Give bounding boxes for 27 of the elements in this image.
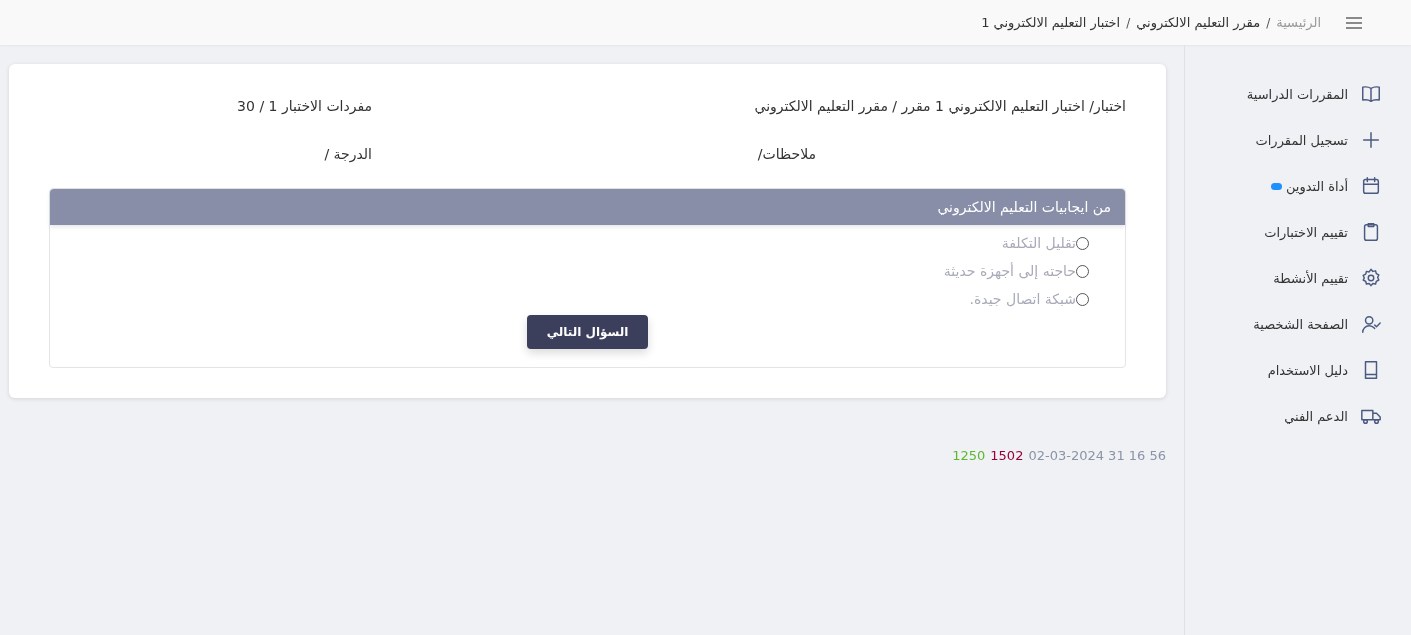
breadcrumb-separator: / <box>1126 15 1131 30</box>
sidebar-item[interactable]: الدعم الفني <box>1185 393 1411 439</box>
sidebar-item[interactable]: دليل الاستخدام <box>1185 347 1411 393</box>
footer-number: 1502 <box>990 448 1024 463</box>
question-text: من ايجابيات التعليم الالكتروني <box>50 189 1125 225</box>
sidebar-item[interactable]: تسجيل المقررات <box>1185 117 1411 163</box>
next-question-button[interactable]: السؤال التالي <box>526 315 649 349</box>
breadcrumb-link[interactable]: مقرر التعليم الالكتروني <box>1136 15 1261 30</box>
sidebar-item[interactable]: الصفحة الشخصية <box>1185 301 1411 347</box>
question-count: مفردات الاختبار 1 / 30 <box>236 98 372 114</box>
grade-label: الدرجة / <box>323 146 372 162</box>
breadcrumb-separator: / <box>1266 15 1271 30</box>
book-icon <box>1360 83 1382 105</box>
sidebar-item[interactable]: أداة التدوين <box>1185 163 1411 209</box>
sidebar-item[interactable]: تقييم الاختبارات <box>1185 209 1411 255</box>
notes-label: ملاحظات/ <box>756 146 817 162</box>
exam-title: اختبار/ اختبار التعليم الالكتروني 1 مقرر / مقرر التعليم الالكتروني <box>753 98 1126 114</box>
footer-number: 02-03-2024 31 16 56 <box>1028 448 1166 463</box>
settings-icon <box>1360 267 1382 289</box>
user-check-icon <box>1360 313 1382 335</box>
calendar-icon <box>1360 175 1382 197</box>
footer-number: 1250 <box>952 448 986 463</box>
plus-icon <box>1360 129 1382 151</box>
sidebar-item[interactable]: المقررات الدراسية <box>1185 71 1411 117</box>
breadcrumb-link[interactable]: اختبار التعليم الالكتروني 1 <box>981 15 1121 30</box>
menu-icon[interactable] <box>1345 15 1363 30</box>
sidebar-item[interactable]: تقييم الأنشطة <box>1185 255 1411 301</box>
